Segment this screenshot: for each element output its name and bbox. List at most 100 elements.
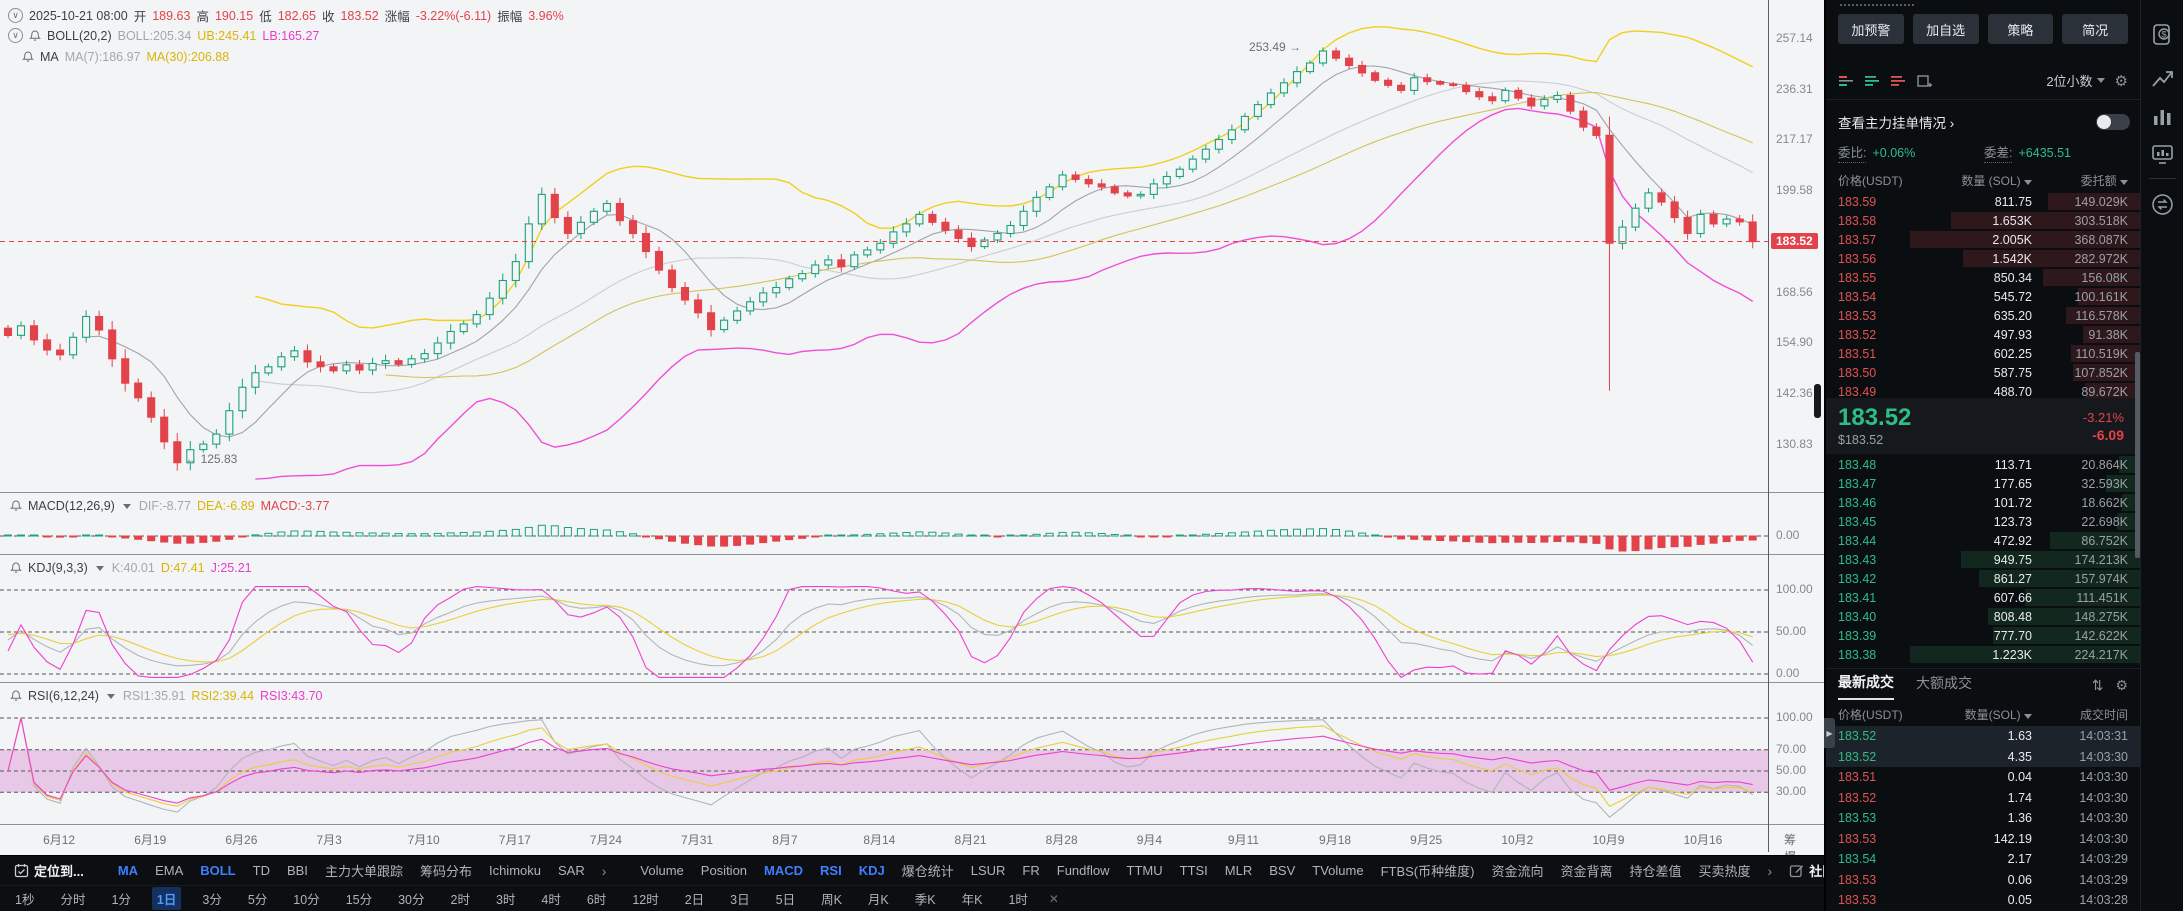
indicator-item-sar[interactable]: SAR — [558, 863, 585, 878]
timeframe-年K[interactable]: 年K — [957, 887, 988, 910]
close-icon[interactable]: ✕ — [1049, 892, 1059, 906]
swap-circle-icon[interactable] — [2150, 192, 2175, 217]
timeframe-月K[interactable]: 月K — [863, 887, 894, 910]
timeframe-5日[interactable]: 5日 — [771, 887, 800, 910]
time-axis[interactable]: 筹 爆 6月126月196月267月37月107月177月247月318月78月… — [0, 826, 1824, 864]
alert-bell-icon[interactable] — [10, 562, 22, 574]
indicator-item-ichimoku[interactable]: Ichimoku — [489, 863, 541, 878]
indicator-item-持仓差值[interactable]: 持仓差值 — [1630, 861, 1682, 880]
bid-row[interactable]: 183.46 101.72 18.662K — [1826, 493, 2140, 512]
trend-up-icon[interactable] — [2150, 66, 2175, 91]
ask-row[interactable]: 183.55 850.34 156.08K — [1826, 268, 2140, 287]
main-orders-link[interactable]: 查看主力挂单情况 › — [1838, 108, 2130, 136]
dollar-doc-icon[interactable]: $ — [2150, 22, 2175, 47]
alert-bell-icon[interactable] — [10, 690, 22, 702]
trade-qty-header[interactable]: 数量(SOL) — [1930, 706, 2032, 723]
chevron-down-icon[interactable] — [106, 693, 115, 699]
button-策略[interactable]: 策略 — [1987, 14, 2054, 44]
kdj-title[interactable]: KDJ(9,3,3) — [28, 561, 88, 575]
trade-row[interactable]: 183.54 2.17 14:03:29 — [1826, 849, 2140, 870]
bar-chart-icon[interactable] — [2150, 104, 2175, 129]
ask-row[interactable]: 183.52 497.93 91.38K — [1826, 325, 2140, 344]
timeframe-2时[interactable]: 2时 — [446, 887, 475, 910]
rsi-panel-chart[interactable] — [0, 708, 1768, 824]
ask-row[interactable]: 183.58 1.653K 303.518K — [1826, 211, 2140, 230]
macd-panel-chart[interactable] — [0, 518, 1768, 554]
trade-time-header[interactable]: 成交时间 — [2032, 706, 2128, 723]
boll-title[interactable]: BOLL(20,2) — [47, 29, 112, 43]
timeframe-15分[interactable]: 15分 — [341, 887, 377, 910]
qty-column-header[interactable]: 数量 (SOL) — [1930, 172, 2032, 189]
decimals-dropdown[interactable]: 2位小数 — [2046, 71, 2105, 90]
indicator-item-fundflow[interactable]: Fundflow — [1057, 863, 1110, 878]
monitor-chart-icon[interactable] — [2150, 142, 2175, 167]
indicator-item-rsi[interactable]: RSI — [820, 863, 842, 878]
book-asks-view-icon[interactable] — [1890, 74, 1906, 88]
indicator-item-kdj[interactable]: KDJ — [859, 863, 885, 878]
indicator-item-资金流向[interactable]: 资金流向 — [1491, 861, 1543, 880]
indicator-item-lsur[interactable]: LSUR — [971, 863, 1006, 878]
indicator-item-bbi[interactable]: BBI — [287, 863, 308, 878]
book-custom-view-icon[interactable] — [1916, 74, 1932, 88]
ma-title[interactable]: MA — [40, 50, 59, 64]
trade-row[interactable]: 183.53 1.36 14:03:30 — [1826, 808, 2140, 829]
chevron-down-icon[interactable] — [122, 503, 131, 509]
tab-recent-trades[interactable]: 最新成交 — [1838, 672, 1894, 700]
timeframe-3时[interactable]: 3时 — [491, 887, 520, 910]
price-axis[interactable]: 257.14 236.31 217.17 199.58 168.56 154.90 142.… — [1768, 0, 1824, 852]
ask-row[interactable]: 183.49 488.70 89.672K — [1826, 382, 2140, 401]
indicator-item-volume[interactable]: Volume — [640, 863, 683, 878]
timeframe-12时[interactable]: 12时 — [627, 887, 663, 910]
indicator-item--[interactable]: › — [602, 863, 607, 879]
panel-collapse-handle[interactable]: ▶ — [1824, 718, 1835, 748]
chart-area[interactable]: ∨ 2025-10-21 08:00 开 189.63 高 190.15 低 182.… — [0, 0, 1824, 911]
candlestick-chart[interactable] — [0, 0, 1768, 492]
indicator-item-主力大单跟踪[interactable]: 主力大单跟踪 — [325, 861, 403, 880]
bid-row[interactable]: 183.43 949.75 174.213K — [1826, 550, 2140, 569]
timeframe-5分[interactable]: 5分 — [243, 887, 272, 910]
trade-row[interactable]: 183.53 142.19 14:03:30 — [1826, 829, 2140, 850]
indicator-item-资金背离[interactable]: 资金背离 — [1560, 861, 1612, 880]
bid-row[interactable]: 183.44 472.92 86.752K — [1826, 531, 2140, 550]
trade-row[interactable]: 183.51 0.04 14:03:30 — [1826, 767, 2140, 788]
alert-bell-icon[interactable] — [29, 29, 41, 42]
indicator-item-ftbs-币种维度-[interactable]: FTBS(币种维度) — [1381, 861, 1475, 880]
alert-bell-icon[interactable] — [10, 500, 22, 512]
amount-column-header[interactable]: 委托额 — [2032, 172, 2128, 189]
indicator-item-tvolume[interactable]: TVolume — [1312, 863, 1363, 878]
indicator-item-ma[interactable]: MA — [118, 863, 138, 878]
chevron-down-icon[interactable] — [95, 565, 104, 571]
indicator-item-筹码分布[interactable]: 筹码分布 — [420, 861, 472, 880]
ask-row[interactable]: 183.59 811.75 149.029K — [1826, 192, 2140, 211]
timeframe-3分[interactable]: 3分 — [197, 887, 226, 910]
indicator-item-ttsi[interactable]: TTSI — [1180, 863, 1208, 878]
bid-row[interactable]: 183.41 607.66 111.451K — [1826, 588, 2140, 607]
bid-row[interactable]: 183.40 808.48 148.275K — [1826, 607, 2140, 626]
bid-row[interactable]: 183.48 113.71 20.864K — [1826, 455, 2140, 474]
timeframe-30分[interactable]: 30分 — [393, 887, 429, 910]
collapse-icon[interactable]: ∨ — [8, 8, 23, 23]
ask-row[interactable]: 183.51 602.25 110.519K — [1826, 344, 2140, 363]
book-split-view-icon[interactable] — [1838, 74, 1854, 88]
button-简况[interactable]: 简况 — [2062, 14, 2128, 44]
price-column-header[interactable]: 价格(USDT) — [1838, 172, 1930, 189]
indicator-item-定位到-[interactable]: 定位到... — [14, 861, 84, 880]
kdj-panel-chart[interactable] — [0, 580, 1768, 682]
indicator-item-position[interactable]: Position — [701, 863, 747, 878]
ask-row[interactable]: 183.54 545.72 100.161K — [1826, 287, 2140, 306]
bid-row[interactable]: 183.42 861.27 157.974K — [1826, 569, 2140, 588]
timeframe-4时[interactable]: 4时 — [536, 887, 565, 910]
main-orders-toggle[interactable] — [2096, 114, 2130, 130]
collapse-icon[interactable]: ∨ — [8, 28, 23, 43]
trade-row[interactable]: 183.52 1.74 14:03:30 — [1826, 788, 2140, 809]
chart-scrollbar-thumb[interactable] — [1814, 384, 1821, 418]
button-加自选[interactable]: 加自选 — [1912, 14, 1979, 44]
timeframe-1分[interactable]: 1分 — [106, 887, 135, 910]
timeframe-1时[interactable]: 1时 — [1003, 887, 1032, 910]
ask-row[interactable]: 183.56 1.542K 282.972K — [1826, 249, 2140, 268]
alert-bell-icon[interactable] — [22, 51, 34, 63]
indicator-item-买卖热度[interactable]: 买卖热度 — [1699, 861, 1751, 880]
indicator-item-fr[interactable]: FR — [1022, 863, 1039, 878]
indicator-item-td[interactable]: TD — [253, 863, 270, 878]
trade-price-header[interactable]: 价格(USDT) — [1838, 706, 1930, 723]
